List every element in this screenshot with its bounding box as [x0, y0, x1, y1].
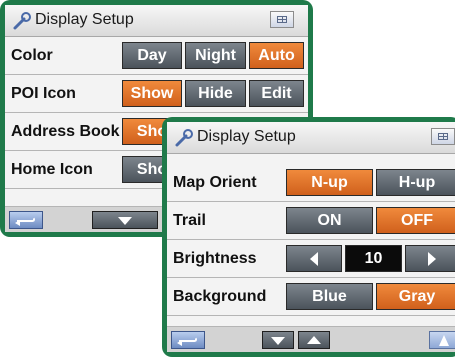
front-panel-content: Display Setup Map Orient N-up H-up Trail… [167, 122, 455, 352]
front-panel-titlebar: Display Setup [167, 122, 455, 154]
front-panel-title: Display Setup [197, 128, 296, 145]
color-night-button[interactable]: Night [185, 42, 246, 69]
back-icon[interactable] [9, 211, 43, 229]
color-auto-button[interactable]: Auto [249, 42, 304, 69]
poi-show-button[interactable]: Show [122, 80, 182, 107]
scroll-down-button[interactable] [92, 211, 158, 229]
poi-icon-label: POI Icon [11, 85, 76, 102]
background-label: Background [173, 288, 267, 305]
back-icon[interactable] [171, 331, 205, 349]
brightness-value: 10 [345, 245, 402, 272]
scroll-down-icon [271, 337, 285, 345]
menu-icon[interactable] [431, 128, 455, 145]
wrench-icon [13, 12, 31, 30]
scroll-up-icon [307, 336, 321, 344]
menu-icon[interactable] [270, 11, 294, 28]
front-panel-bottombar [167, 326, 455, 352]
scroll-down-button[interactable] [262, 331, 294, 349]
brightness-decrease-button[interactable] [286, 245, 342, 272]
trail-label: Trail [173, 212, 206, 229]
brightness-increase-button[interactable] [405, 245, 455, 272]
map-orient-n-up-button[interactable]: N-up [286, 169, 373, 196]
poi-hide-button[interactable]: Hide [185, 80, 246, 107]
scroll-up-button[interactable] [298, 331, 330, 349]
decrease-icon [310, 251, 318, 266]
compass-icon[interactable] [429, 331, 455, 349]
front-display-setup-panel: Display Setup Map Orient N-up H-up Trail… [162, 117, 455, 357]
home-icon-label: Home Icon [11, 161, 93, 178]
poi-icon-row: POI Icon Show Hide Edit [5, 75, 308, 113]
color-day-button[interactable]: Day [122, 42, 182, 69]
map-orient-row: Map Orient N-up H-up [167, 164, 455, 202]
background-row: Background Blue Gray [167, 278, 455, 316]
map-orient-label: Map Orient [173, 174, 257, 191]
scroll-down-icon [118, 217, 132, 225]
wrench-icon [175, 129, 193, 147]
color-label: Color [11, 47, 53, 64]
poi-edit-button[interactable]: Edit [249, 80, 304, 107]
background-gray-button[interactable]: Gray [376, 283, 455, 310]
map-orient-h-up-button[interactable]: H-up [376, 169, 455, 196]
trail-on-button[interactable]: ON [286, 207, 373, 234]
back-panel-title: Display Setup [35, 11, 134, 28]
brightness-label: Brightness [173, 250, 257, 267]
color-row: Color Day Night Auto [5, 37, 308, 75]
trail-row: Trail ON OFF [167, 202, 455, 240]
trail-off-button[interactable]: OFF [376, 207, 455, 234]
increase-icon [427, 251, 436, 266]
address-book-label: Address Book [11, 123, 120, 140]
brightness-row: Brightness 10 [167, 240, 455, 278]
background-blue-button[interactable]: Blue [286, 283, 373, 310]
back-panel-titlebar: Display Setup [5, 5, 308, 37]
